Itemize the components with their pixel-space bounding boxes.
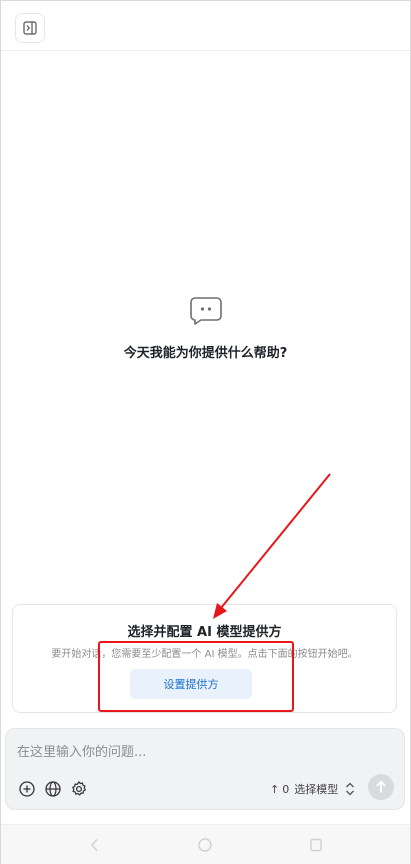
sidebar-toggle-icon [23, 21, 37, 35]
send-icon [376, 780, 386, 793]
chat-input[interactable] [17, 742, 317, 762]
globe-icon[interactable] [44, 780, 62, 798]
arrow-up-icon: ↑ [270, 782, 280, 796]
system-nav-bar [1, 824, 410, 864]
top-bar [1, 1, 410, 51]
setup-provider-button[interactable]: 设置提供方 [130, 669, 252, 699]
model-selector[interactable]: ↑ 0 选择模型 [270, 780, 338, 798]
provider-card-description: 要开始对话，您需要至少配置一个 AI 模型。点击下面的按钮开始吧。 [51, 649, 358, 660]
plus-icon[interactable] [18, 780, 36, 798]
send-button[interactable] [368, 774, 394, 800]
home-icon[interactable] [197, 837, 213, 853]
gear-icon[interactable] [70, 780, 88, 798]
chat-bubble-icon [189, 297, 222, 325]
empty-state-title: 今天我能为你提供什么帮助? [123, 346, 288, 361]
back-icon[interactable] [87, 837, 103, 853]
chat-composer: ↑ 0 选择模型 [5, 728, 405, 810]
provider-setup-card: 选择并配置 AI 模型提供方 要开始对话，您需要至少配置一个 AI 模型。点击下… [12, 604, 397, 713]
sort-icon[interactable] [344, 781, 356, 797]
provider-card-title: 选择并配置 AI 模型提供方 [127, 625, 282, 640]
recents-icon[interactable] [308, 837, 324, 853]
empty-state: 今天我能为你提供什么帮助? [0, 296, 411, 361]
model-selector-label: 选择模型 [294, 783, 339, 796]
sidebar-toggle-button[interactable] [15, 13, 45, 43]
model-count: 0 [282, 782, 290, 796]
